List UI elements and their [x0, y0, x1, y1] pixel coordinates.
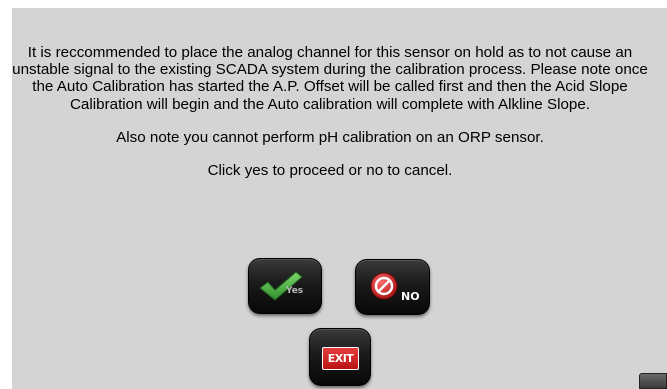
exit-button[interactable]: EXIT: [309, 328, 371, 386]
yes-label: Yes: [286, 286, 304, 296]
exit-label: EXIT: [327, 352, 354, 365]
no-button[interactable]: NO: [355, 259, 430, 315]
back-icon[interactable]: [639, 373, 667, 389]
calibration-message: It is reccommended to place the analog c…: [12, 44, 648, 179]
orp-note-text: Also note you cannot perform pH calibrat…: [116, 128, 544, 146]
no-label: NO: [401, 290, 420, 303]
no-entry-icon: [370, 272, 398, 300]
confirm-prompt-text: Click yes to proceed or no to cancel.: [207, 162, 453, 180]
exit-icon: EXIT: [322, 347, 359, 370]
warning-text: It is reccommended to place the analog c…: [12, 44, 648, 113]
calibration-warning-screen: It is reccommended to place the analog c…: [12, 8, 667, 389]
yes-button[interactable]: Yes: [248, 258, 322, 314]
